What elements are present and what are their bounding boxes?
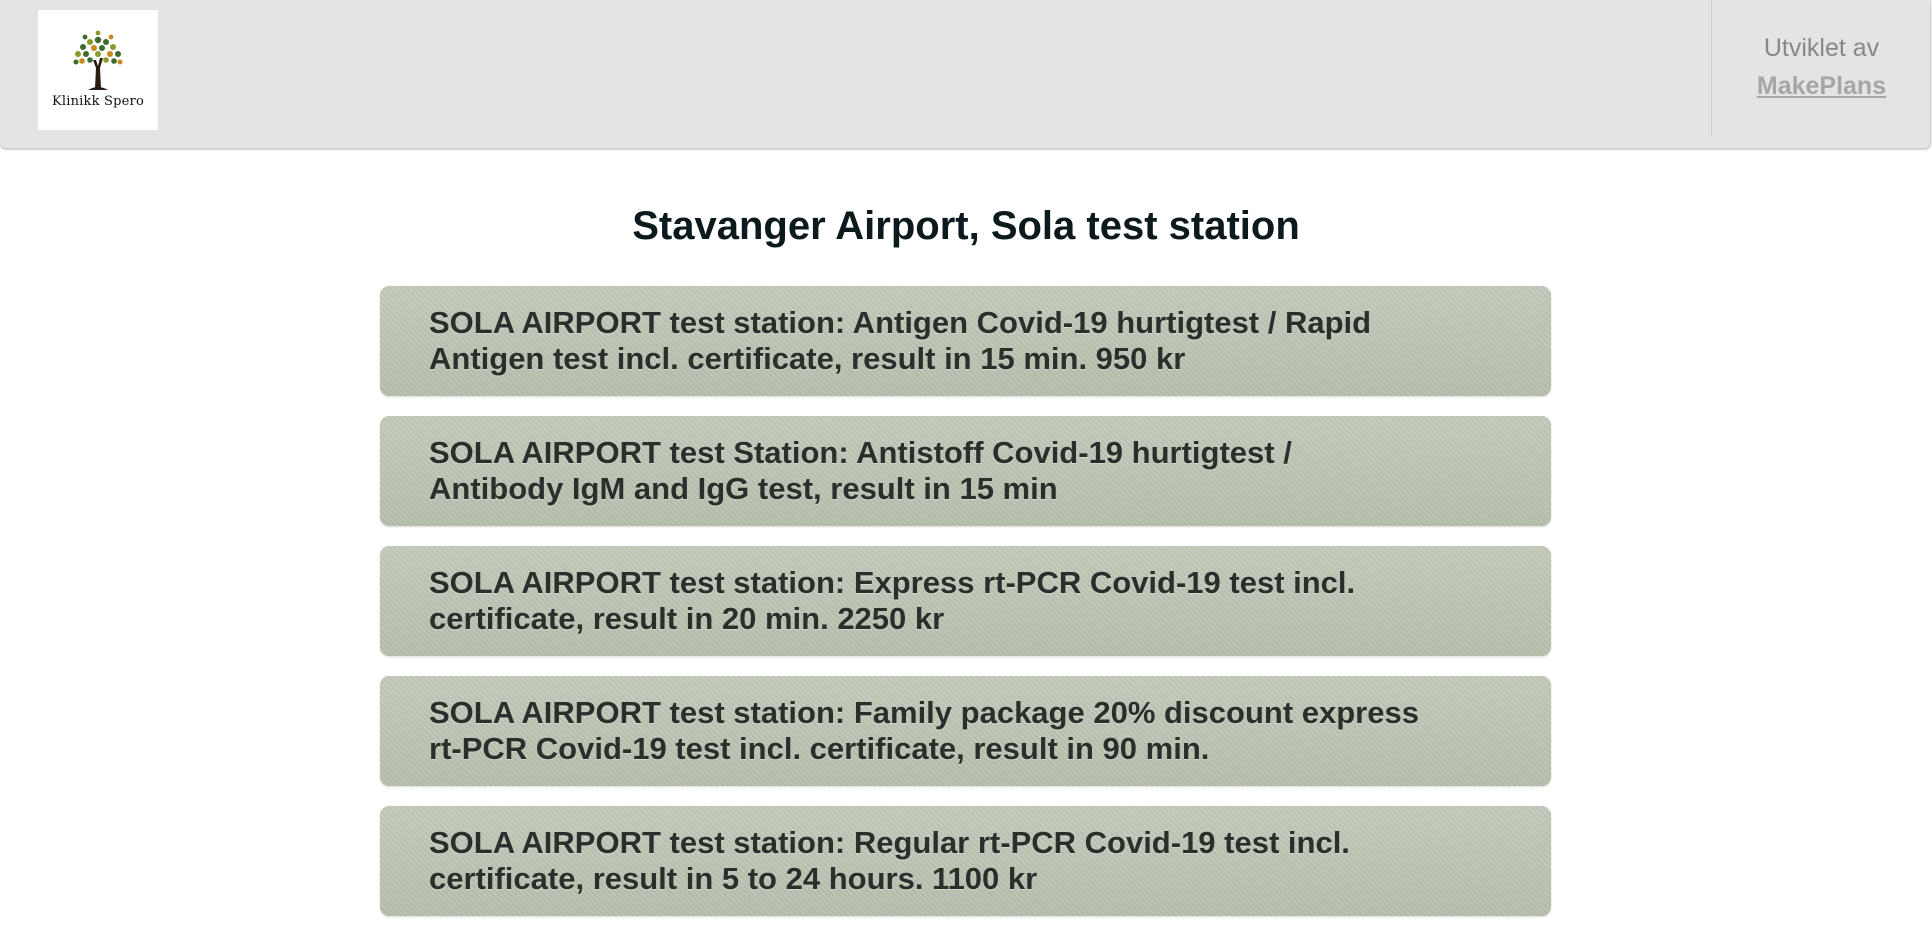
credits-panel: Utviklet av MakePlans bbox=[1711, 0, 1931, 136]
service-option-antigen[interactable]: SOLA AIRPORT test station: Antigen Covid… bbox=[380, 286, 1551, 396]
clinic-logo[interactable]: Klinikk Spero bbox=[38, 10, 158, 130]
service-label: SOLA AIRPORT test Station: Antistoff Cov… bbox=[429, 435, 1292, 506]
page-title: Stavanger Airport, Sola test station bbox=[632, 204, 1300, 248]
service-option-regular-pcr[interactable]: SOLA AIRPORT test station: Regular rt-PC… bbox=[380, 806, 1551, 916]
tree-logo-icon bbox=[73, 30, 123, 90]
service-list: SOLA AIRPORT test station: Antigen Covid… bbox=[380, 286, 1551, 936]
service-option-express-pcr[interactable]: SOLA AIRPORT test station: Express rt-PC… bbox=[380, 546, 1551, 656]
service-label: SOLA AIRPORT test station: Regular rt-PC… bbox=[429, 825, 1350, 896]
makeplans-link[interactable]: MakePlans bbox=[1712, 72, 1931, 101]
service-label: SOLA AIRPORT test station: Family packag… bbox=[429, 695, 1419, 766]
header-bar: Klinikk Spero Utviklet av MakePlans bbox=[0, 0, 1931, 149]
service-option-family-package[interactable]: SOLA AIRPORT test station: Family packag… bbox=[380, 676, 1551, 786]
service-label: SOLA AIRPORT test station: Antigen Covid… bbox=[429, 305, 1372, 376]
credits-label: Utviklet av bbox=[1763, 34, 1880, 62]
logo-text: Klinikk Spero bbox=[51, 94, 144, 109]
service-label: SOLA AIRPORT test station: Express rt-PC… bbox=[429, 565, 1356, 636]
service-option-antibody[interactable]: SOLA AIRPORT test Station: Antistoff Cov… bbox=[380, 416, 1551, 526]
